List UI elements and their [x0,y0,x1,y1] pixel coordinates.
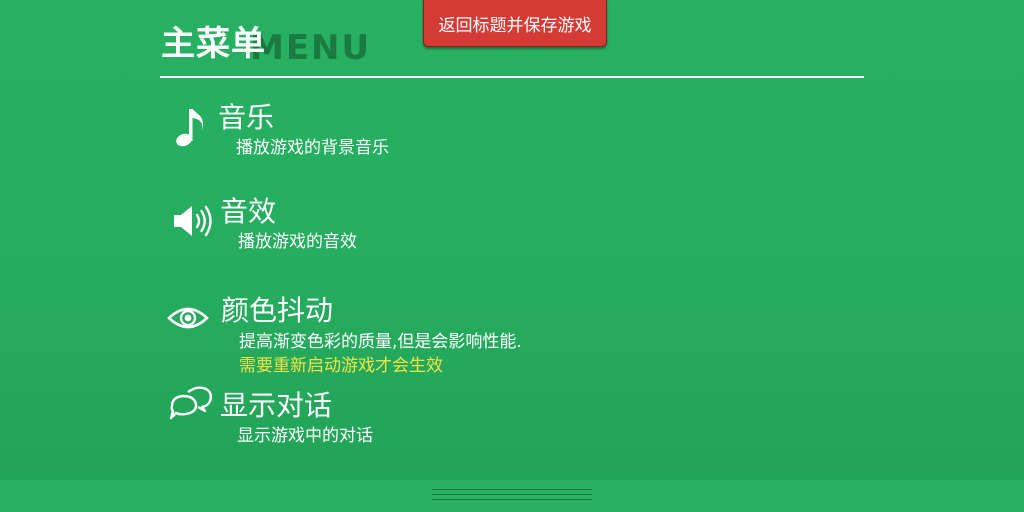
option-sound-effects-title: 音效 [220,195,277,228]
music-note-icon [176,109,204,147]
eye-icon [167,307,209,329]
header-divider [160,76,864,78]
option-color-dithering-title: 颜色抖动 [221,294,334,327]
speaker-icon [174,205,212,237]
option-sound-effects-description: 播放游戏的音效 [238,232,357,252]
chat-bubbles-icon [169,386,213,420]
return-to-title-save-button[interactable]: 返回标题并保存游戏 [423,0,607,47]
option-sound-effects[interactable]: 音效 播放游戏的音效 [160,190,860,254]
page-title: 主菜单 [161,24,266,64]
option-color-dithering-description: 提高渐变色彩的质量,但是会影响性能. [239,332,522,352]
option-show-dialogue-description: 显示游戏中的对话 [237,426,373,446]
drag-handle[interactable] [432,489,592,503]
option-music-title: 音乐 [218,101,275,134]
option-color-dithering[interactable]: 颜色抖动 提高渐变色彩的质量,但是会影响性能. 需要重新启动游戏才会生效 [160,287,860,377]
option-show-dialogue-title: 显示对话 [220,389,333,422]
option-music[interactable]: 音乐 播放游戏的背景音乐 [160,96,860,160]
option-show-dialogue[interactable]: 显示对话 显示游戏中的对话 [160,384,860,448]
option-color-dithering-restart-warning: 需要重新启动游戏才会生效 [239,356,443,376]
menu-watermark: MENU [250,28,372,68]
option-music-description: 播放游戏的背景音乐 [236,138,389,158]
